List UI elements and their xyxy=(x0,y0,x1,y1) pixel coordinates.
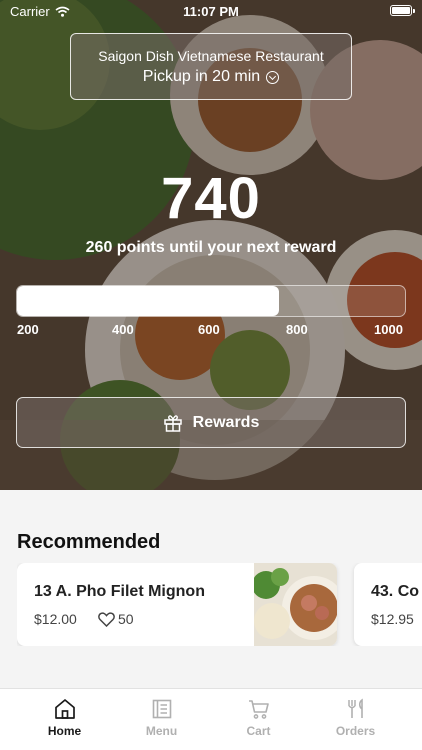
tab-cart[interactable]: Cart xyxy=(210,689,307,750)
rewards-button-label: Rewards xyxy=(192,413,260,431)
pho-dish-image xyxy=(254,563,337,646)
tab-home[interactable]: Home xyxy=(16,689,113,750)
tab-orders[interactable]: Orders xyxy=(307,689,404,750)
reward-progress-bar xyxy=(16,285,406,317)
cart-icon xyxy=(248,700,269,719)
restaurant-name: Saigon Dish Vietnamese Restaurant xyxy=(98,48,324,64)
progress-tick-600: 600 xyxy=(198,322,220,337)
recommended-carousel[interactable]: 13 A. Pho Filet Mignon $12.00 50 43. Co … xyxy=(17,563,422,646)
tab-bar: Home Menu Cart Orders xyxy=(0,688,422,750)
menu-icon xyxy=(152,699,171,719)
points-balance: 740 xyxy=(161,166,261,231)
gift-icon xyxy=(163,414,182,432)
tab-home-label: Home xyxy=(47,724,82,738)
battery-icon xyxy=(390,5,415,16)
item-likes[interactable]: 50 xyxy=(98,611,134,627)
item-price: $12.00 xyxy=(34,611,77,627)
status-bar: Carrier 11:07 PM xyxy=(0,0,422,22)
item-likes-count: 50 xyxy=(118,611,134,627)
pickup-time-row[interactable]: Pickup in 20 min xyxy=(71,68,351,86)
pickup-time-label: Pickup in 20 min xyxy=(142,68,261,85)
rewards-button[interactable]: Rewards xyxy=(16,397,406,448)
progress-tick-400: 400 xyxy=(112,322,134,337)
tab-orders-label: Orders xyxy=(335,724,376,738)
progress-tick-200: 200 xyxy=(17,322,39,337)
hero-section: Carrier 11:07 PM Saigon Dish Vietnamese … xyxy=(0,0,422,490)
restaurant-selector[interactable]: Saigon Dish Vietnamese Restaurant Pickup… xyxy=(70,33,352,100)
points-until-reward: 260 points until your next reward xyxy=(85,239,337,256)
progress-tick-1000: 1000 xyxy=(374,322,403,337)
heart-icon xyxy=(98,611,115,627)
item-title: 43. Co xyxy=(371,583,420,600)
home-icon xyxy=(54,699,75,719)
recommended-heading: Recommended xyxy=(17,531,161,553)
tab-menu-label: Menu xyxy=(145,724,178,738)
chevron-down-circle-icon xyxy=(266,70,280,84)
recommended-item-card[interactable]: 13 A. Pho Filet Mignon $12.00 50 xyxy=(17,563,337,646)
recommended-item-card[interactable]: 43. Co $12.95 xyxy=(354,563,422,646)
orders-icon xyxy=(347,698,363,718)
item-price: $12.95 xyxy=(371,611,414,627)
reward-progress-fill xyxy=(17,286,279,316)
item-title: 13 A. Pho Filet Mignon xyxy=(34,583,205,600)
tab-menu[interactable]: Menu xyxy=(113,689,210,750)
status-time: 11:07 PM xyxy=(183,4,239,19)
progress-tick-800: 800 xyxy=(286,322,308,337)
tab-cart-label: Cart xyxy=(246,724,271,738)
